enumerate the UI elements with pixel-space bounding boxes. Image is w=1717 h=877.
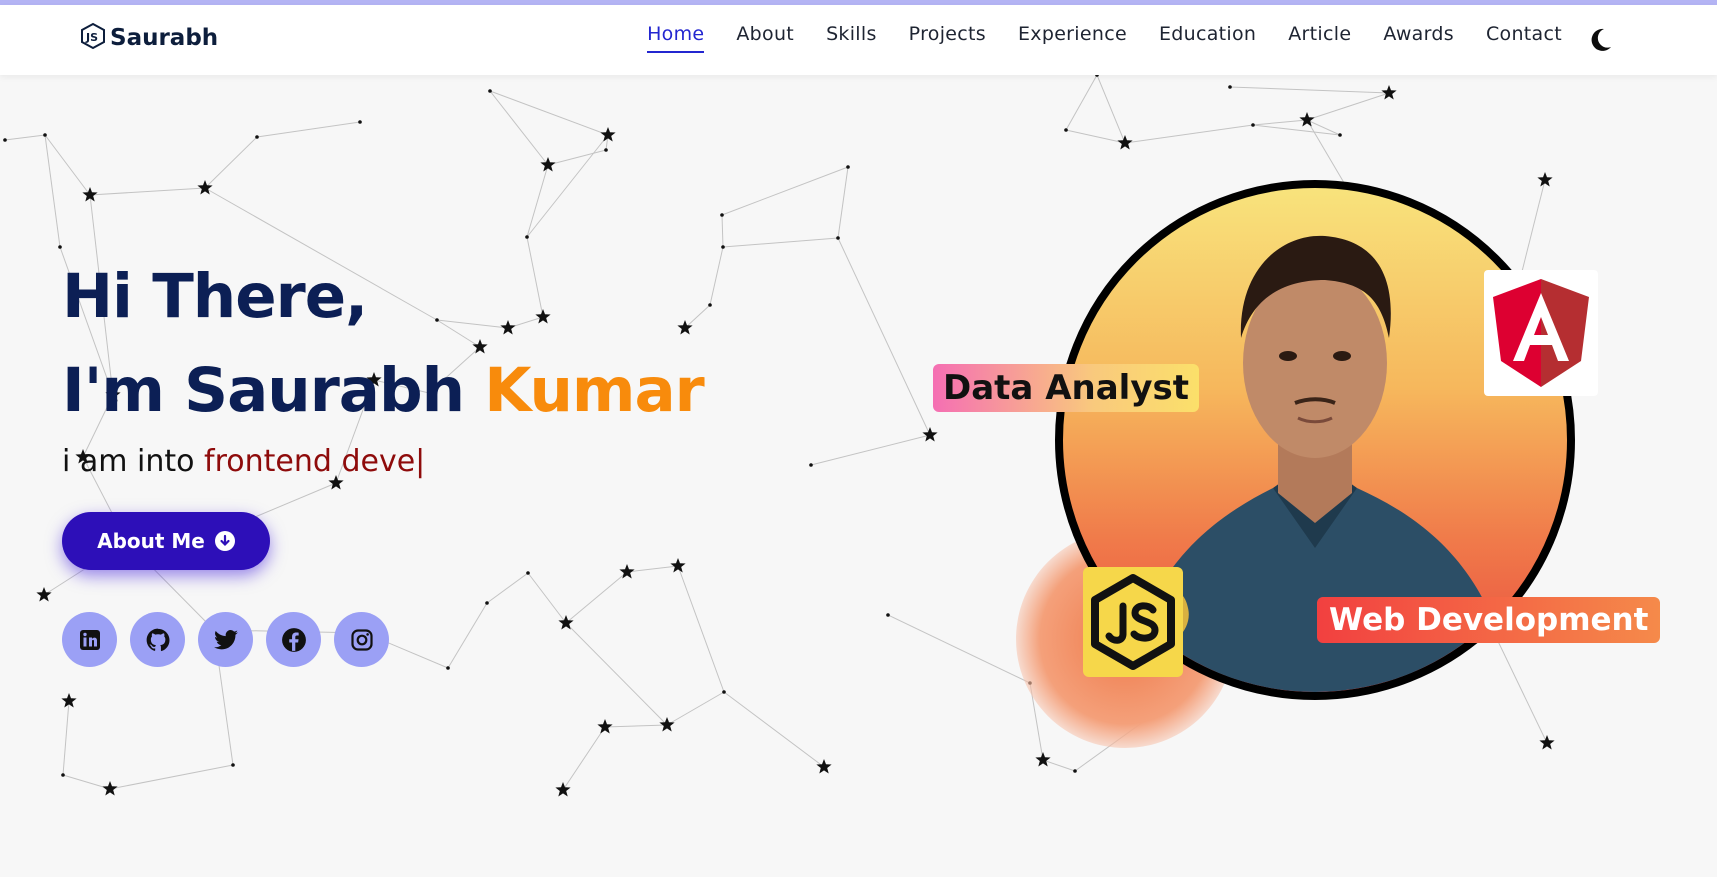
angular-icon <box>1484 270 1598 396</box>
typed-text: frontend deve <box>204 444 416 479</box>
brand[interactable]: JS Saurabh <box>80 22 218 54</box>
typed-prefix: i am into <box>62 444 205 479</box>
twitter-icon[interactable] <box>198 612 253 667</box>
linkedin-icon[interactable] <box>62 612 117 667</box>
hero-intro-prefix: I'm Saurabh <box>62 355 485 426</box>
hero-intro-accent: Kumar <box>484 355 704 426</box>
instagram-icon[interactable] <box>334 612 389 667</box>
web-development-tag: Web Development <box>1317 597 1661 643</box>
nav-menu: Home About Skills Projects Experience Ed… <box>647 23 1562 53</box>
about-me-button[interactable]: About Me <box>62 512 270 570</box>
data-analyst-tag: Data Analyst <box>933 364 1199 412</box>
brand-name: Saurabh <box>110 25 219 51</box>
nav-item-education[interactable]: Education <box>1159 23 1256 53</box>
nav-item-home[interactable]: Home <box>647 23 705 53</box>
facebook-icon[interactable] <box>266 612 321 667</box>
typed-line: i am into frontend deve| <box>62 444 704 479</box>
nav-item-about[interactable]: About <box>736 23 794 53</box>
nav-item-contact[interactable]: Contact <box>1486 23 1562 53</box>
moon-icon[interactable] <box>1585 25 1615 55</box>
github-icon[interactable] <box>130 612 185 667</box>
nav-item-article[interactable]: Article <box>1288 23 1351 53</box>
nav-item-awards[interactable]: Awards <box>1383 23 1454 53</box>
hero-intro: I'm Saurabh Kumar <box>62 344 705 438</box>
hero-greeting: Hi There, <box>62 261 368 332</box>
javascript-icon <box>1083 567 1183 677</box>
typing-cursor: | <box>415 444 426 479</box>
hero-text: Hi There, I'm Saurabh Kumar i am into fr… <box>62 250 705 479</box>
about-me-label: About Me <box>97 529 205 553</box>
nav-item-projects[interactable]: Projects <box>909 23 986 53</box>
top-navbar: JS Saurabh Home About Skills Projects Ex… <box>0 5 1717 75</box>
social-links <box>62 612 389 667</box>
svg-text:JS: JS <box>85 31 98 44</box>
arrow-down-circle-icon <box>214 531 235 551</box>
js-hex-icon: JS <box>80 22 106 54</box>
nav-item-experience[interactable]: Experience <box>1018 23 1127 53</box>
nav-item-skills[interactable]: Skills <box>826 23 877 53</box>
